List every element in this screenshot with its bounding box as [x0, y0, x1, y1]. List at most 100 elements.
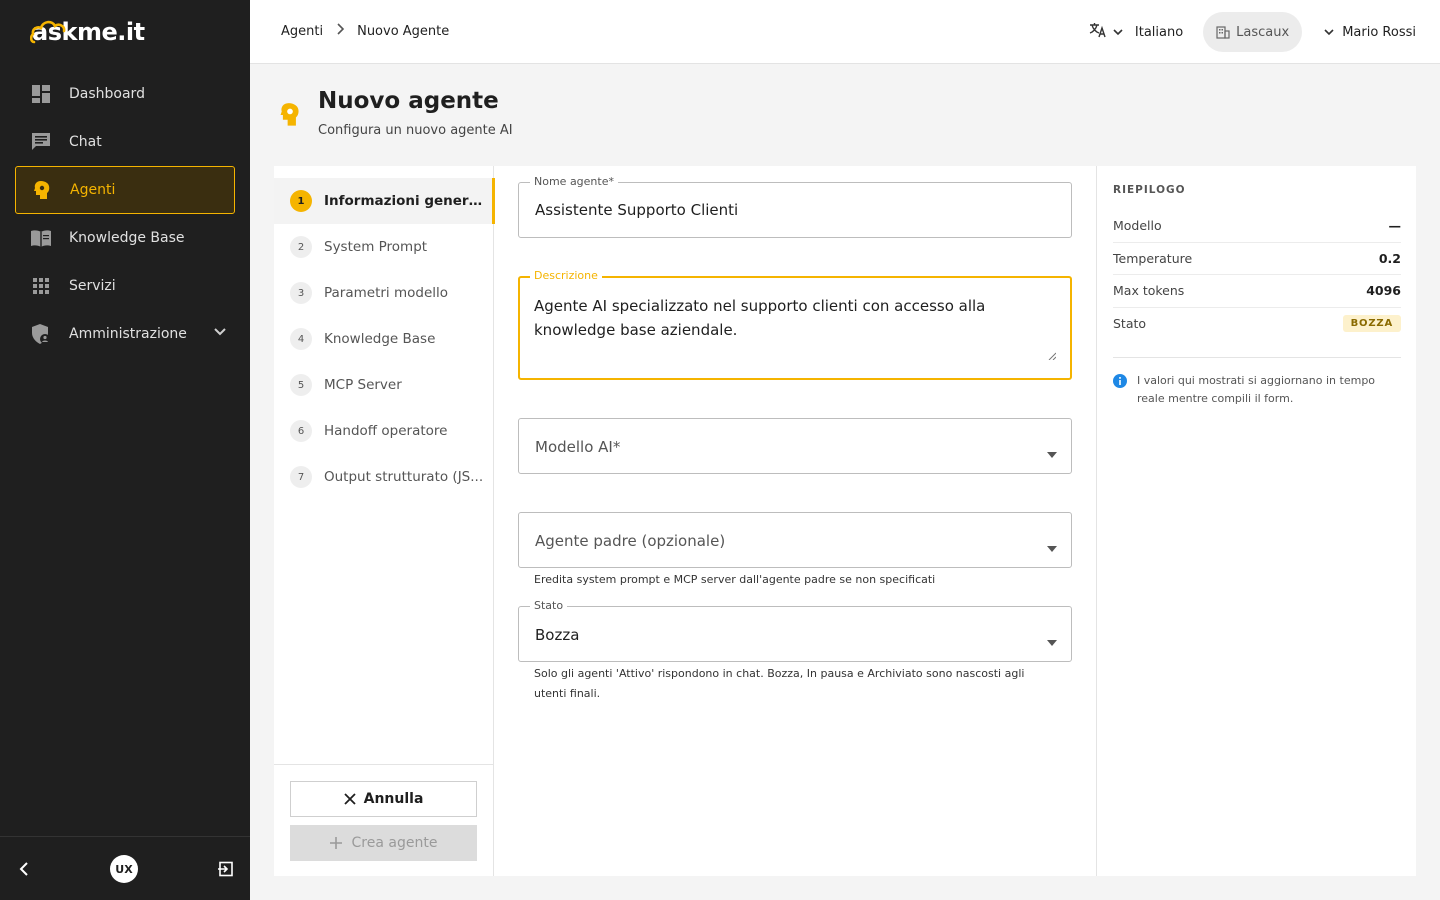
step-number: 1	[290, 190, 312, 212]
cloud-logo-icon	[30, 20, 66, 44]
summary-note: I valori qui mostrati si aggiornano in t…	[1113, 372, 1401, 408]
plus-icon	[329, 837, 342, 849]
summary-title: RIEPILOGO	[1113, 184, 1186, 196]
parent-agent-help: Eredita system prompt e MCP server dall'…	[534, 573, 936, 586]
step-label: MCP Server	[324, 377, 402, 393]
summary-value: 4096	[1366, 283, 1401, 299]
book-icon	[30, 227, 52, 249]
field-label: Stato	[530, 599, 568, 612]
translate-icon	[1089, 22, 1107, 42]
sidebar-item-servizi[interactable]: Servizi	[15, 262, 235, 310]
sidebar-item-label: Dashboard	[69, 86, 145, 102]
cancel-button[interactable]: Annulla	[290, 781, 477, 817]
chat-icon	[30, 131, 52, 153]
summary-value: —	[1388, 218, 1402, 234]
breadcrumb: Agenti Nuovo Agente	[281, 23, 449, 39]
summary-label: Max tokens	[1113, 283, 1185, 299]
chevron-right-icon	[335, 23, 345, 39]
header-actions: Italiano Lascaux Mario Rossi	[1089, 12, 1416, 52]
step-number: 5	[290, 374, 312, 396]
chevron-down-icon	[1113, 25, 1123, 40]
step-parametri-modello[interactable]: 3 Parametri modello	[274, 270, 494, 316]
summary-content: RIEPILOGO Modello — Temperature 0.2 Max …	[1113, 184, 1401, 408]
breadcrumb-agenti[interactable]: Agenti	[281, 24, 323, 39]
sidebar-item-dashboard[interactable]: Dashboard	[15, 70, 235, 118]
field-label: Nome agente*	[530, 175, 618, 188]
field-label: Descrizione	[530, 269, 602, 282]
chevron-down-icon[interactable]	[213, 325, 227, 343]
admin-shield-icon	[30, 323, 52, 345]
step-label: Handoff operatore	[324, 423, 448, 439]
status-help: Solo gli agenti 'Attivo' rispondono in c…	[534, 667, 1025, 700]
footer-brand-badge: UX	[110, 855, 138, 883]
model-select[interactable]: Modello AI*	[518, 418, 1072, 474]
page-subtitle: Configura un nuovo agente AI	[318, 123, 513, 138]
summary-value: 0.2	[1378, 250, 1401, 266]
sidebar-item-label: Amministrazione	[69, 326, 187, 342]
step-system-prompt[interactable]: 2 System Prompt	[274, 224, 494, 270]
step-list: 1 Informazioni generali 2 System Prompt …	[274, 178, 495, 500]
create-agent-button[interactable]: Crea agente	[290, 825, 477, 861]
sidebar-item-label: Agenti	[70, 182, 116, 198]
status-value: Bozza	[535, 626, 580, 644]
summary-panel: RIEPILOGO Modello — Temperature 0.2 Max …	[1096, 166, 1416, 876]
logo[interactable]: askme.it	[30, 12, 145, 48]
sidebar-item-amministrazione[interactable]: Amministrazione	[15, 310, 235, 358]
summary-row-max-tokens: Max tokens 4096	[1113, 275, 1401, 308]
step-output-strutturato[interactable]: 7 Output strutturato (JS...	[274, 454, 494, 500]
status-badge: BOZZA	[1342, 315, 1401, 333]
step-number: 6	[290, 420, 312, 442]
sidebar-nav: Dashboard Chat Agenti Knowledge Base Ser…	[15, 70, 235, 358]
cancel-label: Annulla	[363, 791, 424, 807]
step-number: 7	[290, 466, 312, 488]
parent-agent-select[interactable]: Agente padre (opzionale)	[518, 512, 1072, 568]
user-menu[interactable]: Mario Rossi	[1324, 25, 1416, 40]
model-placeholder: Modello AI*	[535, 438, 621, 456]
step-handoff-operatore[interactable]: 6 Handoff operatore	[274, 408, 494, 454]
summary-note-text: I valori qui mostrati si aggiornano in t…	[1137, 374, 1376, 405]
building-icon	[1216, 26, 1230, 39]
sidebar-item-agenti[interactable]: Agenti	[15, 166, 235, 214]
resize-handle-icon[interactable]	[1048, 345, 1057, 364]
sidebar-item-label: Servizi	[69, 278, 116, 294]
breadcrumb-nuovo-agente: Nuovo Agente	[357, 23, 450, 39]
sidebar-item-knowledge-base[interactable]: Knowledge Base	[15, 214, 235, 262]
divider	[1113, 340, 1401, 358]
collapse-sidebar-icon[interactable]	[16, 861, 32, 881]
step-knowledge-base[interactable]: 4 Knowledge Base	[274, 316, 494, 362]
language-label: Italiano	[1134, 24, 1184, 40]
dropdown-arrow-icon	[1047, 537, 1057, 556]
language-selector[interactable]: Italiano	[1089, 22, 1183, 42]
agent-name-field[interactable]: Nome agente* Assistente Supporto Clienti	[518, 175, 1072, 238]
agent-name-value: Assistente Supporto Clienti	[535, 201, 739, 219]
step-number: 4	[290, 328, 312, 350]
summary-label: Temperature	[1113, 250, 1193, 266]
summary-label: Modello	[1113, 218, 1162, 234]
sidebar-footer: UX	[0, 836, 250, 900]
logout-icon[interactable]	[218, 861, 234, 881]
grid-icon	[30, 275, 52, 297]
close-icon	[343, 793, 356, 805]
agent-wizard-card: 1 Informazioni generali 2 System Prompt …	[274, 166, 1416, 876]
step-mcp-server[interactable]: 5 MCP Server	[274, 362, 494, 408]
tenant-selector[interactable]: Lascaux	[1203, 12, 1303, 52]
step-informazioni-generali[interactable]: 1 Informazioni generali	[274, 178, 495, 224]
agent-icon	[31, 179, 53, 201]
step-number: 3	[290, 282, 312, 304]
description-value: Agente AI specializzato nel supporto cli…	[534, 297, 986, 339]
dropdown-arrow-icon	[1047, 443, 1057, 462]
step-label: System Prompt	[324, 239, 428, 255]
step-label: Parametri modello	[324, 285, 449, 301]
step-number: 2	[290, 236, 312, 258]
sidebar: askme.it Dashboard Chat Agenti Knowledge…	[0, 0, 250, 900]
description-field[interactable]: Descrizione Agente AI specializzato nel …	[518, 269, 1072, 380]
parent-agent-placeholder: Agente padre (opzionale)	[535, 532, 726, 550]
summary-row-modello: Modello —	[1113, 210, 1401, 243]
sidebar-item-label: Knowledge Base	[69, 230, 185, 246]
sidebar-item-chat[interactable]: Chat	[15, 118, 235, 166]
status-select[interactable]: Stato Bozza	[518, 599, 1072, 662]
page-title: Nuovo agente	[318, 88, 499, 114]
chevron-down-icon	[1324, 29, 1334, 36]
info-icon	[1113, 374, 1127, 388]
wizard-steps: 1 Informazioni generali 2 System Prompt …	[274, 166, 495, 876]
